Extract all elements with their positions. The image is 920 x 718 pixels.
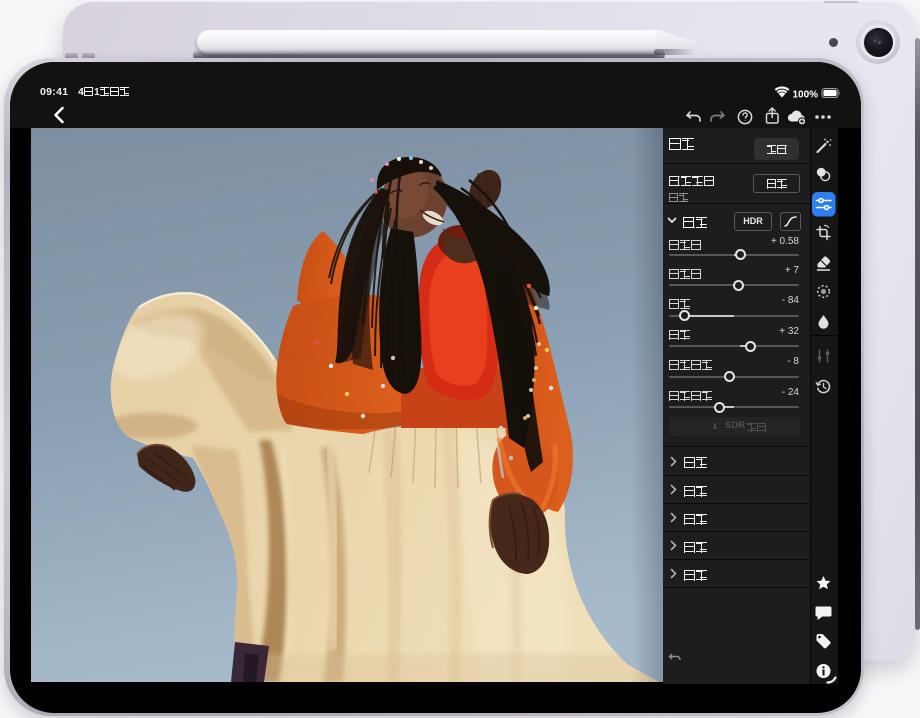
svg-text:100%: 100%: [793, 89, 819, 100]
